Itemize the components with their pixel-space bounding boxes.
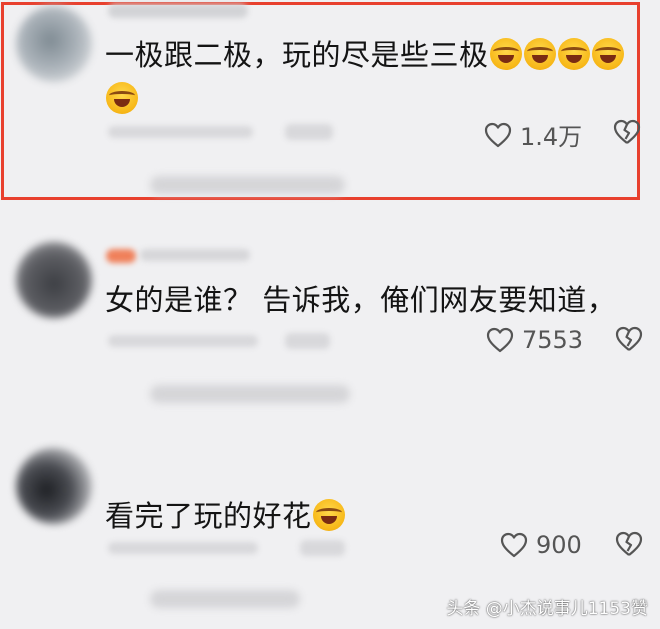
heart-outline-icon	[484, 122, 512, 147]
replies-link-blurred[interactable]	[150, 385, 350, 403]
username-blurred[interactable]	[106, 249, 136, 263]
crying-laughing-emoji-icon	[489, 38, 522, 70]
username-blurred[interactable]	[140, 249, 250, 261]
comment-text: 女的是谁？ 告诉我，俺们网友要知道，	[105, 283, 617, 317]
crying-laughing-emoji-icon	[557, 38, 590, 70]
crying-laughing-emoji-icon	[106, 82, 138, 114]
reply-button-blurred[interactable]	[285, 124, 333, 140]
crying-laughing-emoji-icon	[523, 38, 556, 70]
username-blurred[interactable]	[108, 4, 248, 18]
reply-button-blurred[interactable]	[300, 540, 345, 556]
like-count: 900	[536, 531, 582, 559]
broken-heart-icon[interactable]	[614, 325, 644, 353]
heart-outline-icon	[500, 532, 528, 558]
crying-laughing-emoji-icon	[591, 38, 624, 70]
comment-text: 一极跟二极，玩的尽是些三极	[105, 33, 640, 121]
timestamp-blurred	[108, 126, 253, 138]
broken-heart-icon[interactable]	[612, 118, 642, 146]
like-count: 1.4万	[520, 123, 583, 151]
heart-outline-icon	[486, 327, 514, 353]
replies-link-blurred[interactable]	[150, 176, 345, 194]
comment-item: 一极跟二极，玩的尽是些三极 1.4万	[0, 0, 660, 205]
avatar[interactable]	[16, 448, 92, 524]
comment-item: 女的是谁？ 告诉我，俺们网友要知道， 7553	[0, 205, 660, 430]
broken-heart-icon[interactable]	[614, 530, 644, 558]
reply-button-blurred[interactable]	[285, 333, 330, 349]
like-button[interactable]: 900	[500, 531, 582, 559]
comment-list: 一极跟二极，玩的尽是些三极 1.4万 女的是谁？ 告诉我，俺们网友要知道， 75…	[0, 0, 660, 629]
avatar[interactable]	[16, 6, 92, 82]
timestamp-blurred	[108, 335, 258, 347]
crying-laughing-emoji-icon	[312, 499, 345, 531]
replies-link-blurred[interactable]	[150, 590, 300, 608]
avatar[interactable]	[16, 242, 92, 318]
timestamp-blurred	[108, 542, 258, 554]
like-button[interactable]: 7553	[486, 326, 583, 354]
like-button[interactable]: 1.4万	[484, 117, 582, 152]
like-count: 7553	[522, 326, 584, 354]
watermark: 头条 @小杰说事儿1153赞	[446, 599, 648, 619]
